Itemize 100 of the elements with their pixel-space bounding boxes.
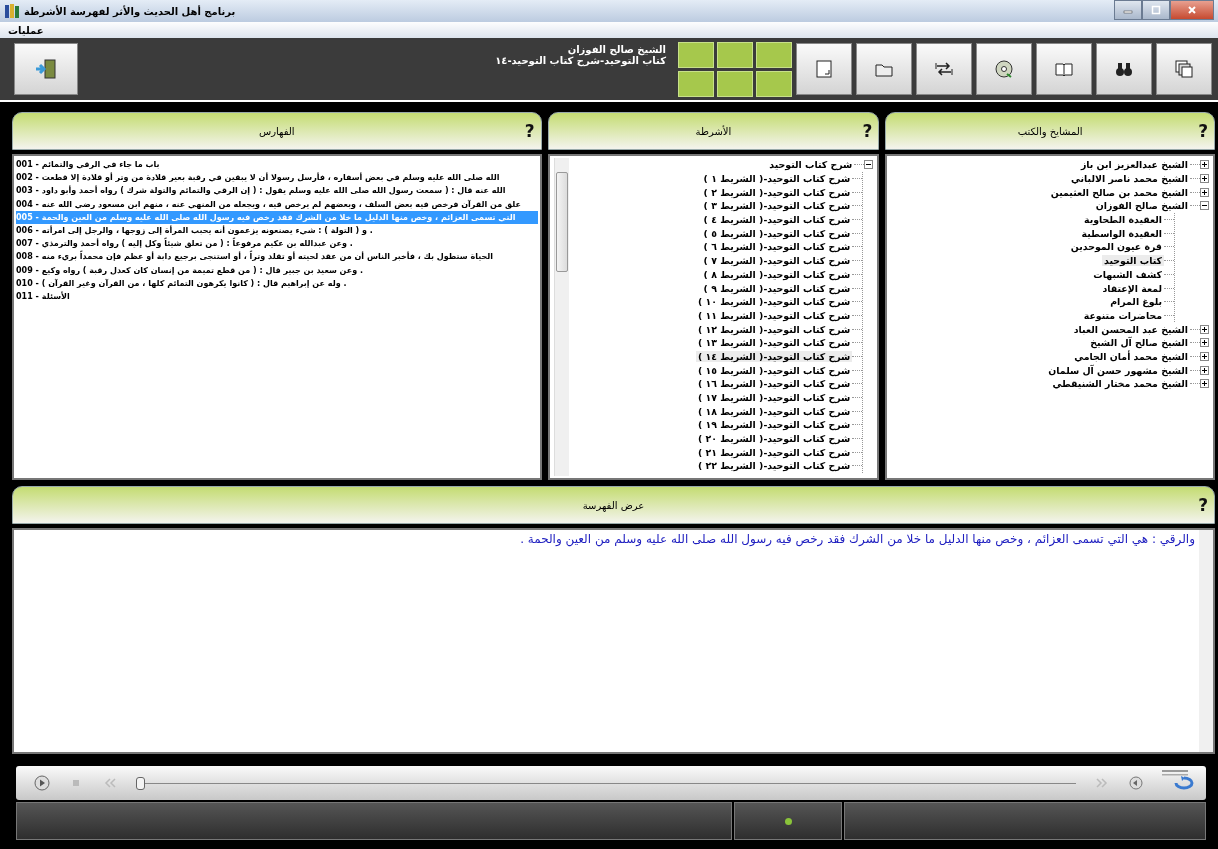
entry-number[interactable]: 009 -	[16, 263, 39, 277]
index-entry[interactable]: . وعن سعيد بن جبير قال : ( من قطع تميمة من إنسان كان كعدل رقبة ) رواه وكيع	[41, 263, 363, 277]
entry-number[interactable]: 006 -	[16, 224, 39, 238]
collapse-icon[interactable]	[1200, 201, 1209, 211]
tree-item[interactable]: شرح كتاب التوحيد	[767, 159, 855, 171]
tree-item[interactable]: شرح كتاب التوحيد-( الشريط ٨ )	[701, 268, 853, 280]
tree-item[interactable]: شرح كتاب التوحيد-( الشريط ١١ )	[695, 309, 853, 321]
binoculars-button[interactable]	[1096, 43, 1152, 95]
tree-item[interactable]: كشف الشبهات	[1091, 268, 1164, 280]
entry-number[interactable]: 002 -	[16, 171, 39, 185]
expand-icon[interactable]	[1200, 365, 1209, 375]
help-icon[interactable]: ?	[524, 121, 535, 141]
tree-item[interactable]: شرح كتاب التوحيد-( الشريط ٢٢ )	[695, 460, 853, 472]
index-entry[interactable]: الحياة ستطول بك ، فأخبر الناس أن من عقد لحيته أو تقلد وتراً ، أو استنجى برجيع دابة أو عظم فإن محمداً بريء منه	[41, 250, 493, 264]
slider-thumb[interactable]	[136, 777, 145, 790]
entry-number[interactable]: 010 -	[16, 276, 39, 291]
help-icon[interactable]: ?	[862, 121, 873, 141]
tree-item[interactable]: شرح كتاب التوحيد-( الشريط ١٦ )	[695, 378, 853, 390]
repeat-icon[interactable]	[1162, 767, 1194, 791]
panel-title: الأشرطة	[695, 125, 732, 137]
tree-item[interactable]: شرح كتاب التوحيد-( الشريط ١٩ )	[695, 419, 853, 431]
tree-item[interactable]: شرح كتاب التوحيد-( الشريط ١٠ )	[695, 296, 853, 308]
index-entry[interactable]: . وله عن إبراهيم قال : ( كانوا يكرهون التمائم كلها ، من القرآن وغير القرآن )	[41, 276, 347, 291]
expand-icon[interactable]	[1200, 160, 1209, 170]
entry-number[interactable]: 003 -	[16, 184, 39, 198]
disc-button[interactable]	[976, 43, 1032, 95]
play-icon[interactable]	[34, 775, 50, 791]
tree-item[interactable]: محاضرات متنوعة	[1081, 309, 1164, 321]
tree-item[interactable]: شرح كتاب التوحيد-( الشريط ١٤ )	[695, 350, 853, 362]
tree-item[interactable]: قرة عيون الموحدين	[1068, 241, 1164, 253]
panel-title: عرض الفهرسة	[582, 499, 645, 511]
expand-icon[interactable]	[1200, 324, 1209, 334]
tree-item[interactable]: لمعة الإعتقاد	[1100, 282, 1164, 294]
tree-item[interactable]: الشيخ صالح الفوزان	[1093, 200, 1190, 212]
tree-item[interactable]: الشيخ مشهور حسن آل سلمان	[1046, 364, 1190, 376]
index-entry[interactable]: . و ( التولة ) : شيء يصنعونه يزعمون أنه يحبب المرأة إلى زوجها ، والرجل إلى امرأته	[41, 224, 373, 238]
minimize-button[interactable]	[1114, 0, 1142, 20]
page-button[interactable]	[796, 43, 852, 95]
expand-icon[interactable]	[1200, 187, 1209, 197]
tree-item[interactable]: شرح كتاب التوحيد-( الشريط ١٣ )	[695, 337, 853, 349]
tree-item[interactable]: الشيخ محمد بن صالح العثيمين	[1048, 186, 1190, 198]
tree-item[interactable]: كتاب التوحيد	[1102, 255, 1164, 267]
door-icon	[34, 57, 58, 81]
index-entry[interactable]: الله عنه قال : ( سمعت رسول الله صلى الله عليه وسلم يقول : ( إن الرقي والتمائم والتولة شرك ) رواه أحمد وأبو داود	[41, 184, 506, 198]
tree-item[interactable]: شرح كتاب التوحيد-( الشريط ١٥ )	[695, 364, 853, 376]
entry-number[interactable]: 007 -	[16, 237, 39, 251]
scrollbar[interactable]	[553, 158, 569, 476]
copies-icon	[1174, 59, 1194, 79]
window-title: برنامج أهل الحديث والأثر لفهرسة الأشرطة	[24, 5, 236, 17]
index-entry[interactable]: علق من القرآن فرخص فيه بعض السلف ، وبعضهم لم يرخص فيه ، ويجعله من المنهي عنه ، منهم ابن مسعود رضي الله عنه	[41, 197, 521, 211]
current-scholar: الشيخ صالح الفوزان	[567, 44, 666, 55]
tree-item[interactable]: شرح كتاب التوحيد-( الشريط ٦ )	[701, 241, 853, 253]
tree-item[interactable]: شرح كتاب التوحيد-( الشريط ١٢ )	[695, 323, 853, 335]
expand-icon[interactable]	[1200, 174, 1209, 184]
tree-item[interactable]: شرح كتاب التوحيد-( الشريط ٢٠ )	[695, 433, 853, 445]
entry-number[interactable]: 008 -	[16, 250, 39, 264]
tree-item[interactable]: الشيخ عبدالعزيز ابن باز	[1078, 159, 1190, 171]
tree-item[interactable]: شرح كتاب التوحيد-( الشريط ٤ )	[701, 214, 853, 226]
close-button[interactable]	[1170, 0, 1214, 20]
exit-button[interactable]	[14, 43, 78, 95]
volume-icon[interactable]	[1128, 775, 1144, 791]
arrows-button[interactable]	[916, 43, 972, 95]
scrollbar[interactable]	[1199, 530, 1213, 752]
index-entry[interactable]: الله صلى الله عليه وسلم في بعض أسفاره ، فأرسل رسولا أن لا يبقين في رقبة بعير قلادة من وتر أو قلادة إلا قطعت	[41, 171, 500, 185]
entry-number[interactable]: 011 -	[16, 290, 39, 304]
entry-number[interactable]: 004 -	[16, 197, 39, 211]
tree-item[interactable]: العقيدة الطحاوية	[1082, 214, 1164, 226]
tree-item[interactable]: العقيدة الواسطية	[1079, 227, 1164, 239]
expand-icon[interactable]	[1200, 338, 1209, 348]
tree-item[interactable]: الشيخ محمد أمان الجامي	[1072, 350, 1190, 362]
tree-item[interactable]: شرح كتاب التوحيد-( الشريط ٢ )	[701, 186, 853, 198]
entry-number[interactable]: 001 -	[16, 158, 39, 172]
expand-icon[interactable]	[1200, 351, 1209, 361]
copies-button[interactable]	[1156, 43, 1212, 95]
books-icon	[4, 3, 20, 19]
index-entry[interactable]: باب ما جاء في الرقي والتمائم	[41, 158, 160, 172]
close-icon	[1187, 5, 1197, 15]
help-icon[interactable]: ?	[1198, 495, 1208, 515]
folder-button[interactable]	[856, 43, 912, 95]
tree-item[interactable]: بلوغ المرام	[1108, 296, 1164, 308]
tree-item[interactable]: شرح كتاب التوحيد-( الشريط ٧ )	[701, 255, 853, 267]
help-icon[interactable]: ?	[1198, 121, 1208, 141]
tree-item[interactable]: الشيخ عبد المحسن العباد	[1071, 323, 1190, 335]
index-entry[interactable]: . وعن عبدالله بن عكيم مرفوعاً : ( من تعلق شيئاً وكل إليه ) رواه أحمد والترمذي	[41, 237, 353, 251]
tree-item[interactable]: شرح كتاب التوحيد-( الشريط ٢١ )	[695, 446, 853, 458]
collapse-icon[interactable]	[864, 160, 874, 170]
index-entry[interactable]: الأسئلة	[41, 290, 70, 304]
tree-item[interactable]: الشيخ محمد مختار الشنيقطي	[1050, 378, 1190, 390]
menu-item[interactable]: عمليات	[8, 24, 44, 36]
tree-item[interactable]: شرح كتاب التوحيد-( الشريط ١٧ )	[695, 392, 853, 404]
expand-icon[interactable]	[1200, 379, 1209, 389]
tree-item[interactable]: الشيخ محمد ناصر الالباني	[1069, 173, 1190, 185]
maximize-button[interactable]	[1142, 0, 1170, 20]
seek-slider[interactable]	[136, 777, 1076, 789]
tree-item[interactable]: الشيخ صالح آل الشيخ	[1088, 337, 1190, 349]
tree-item[interactable]: شرح كتاب التوحيد-( الشريط ١٨ )	[695, 405, 853, 417]
tree-item[interactable]: شرح كتاب التوحيد-( الشريط ٥ )	[701, 227, 853, 239]
tree-item[interactable]: شرح كتاب التوحيد-( الشريط ٣ )	[701, 200, 853, 212]
tree-item[interactable]: شرح كتاب التوحيد-( الشريط ٩ )	[701, 282, 853, 294]
tree-item[interactable]: شرح كتاب التوحيد-( الشريط ١ )	[701, 173, 853, 185]
